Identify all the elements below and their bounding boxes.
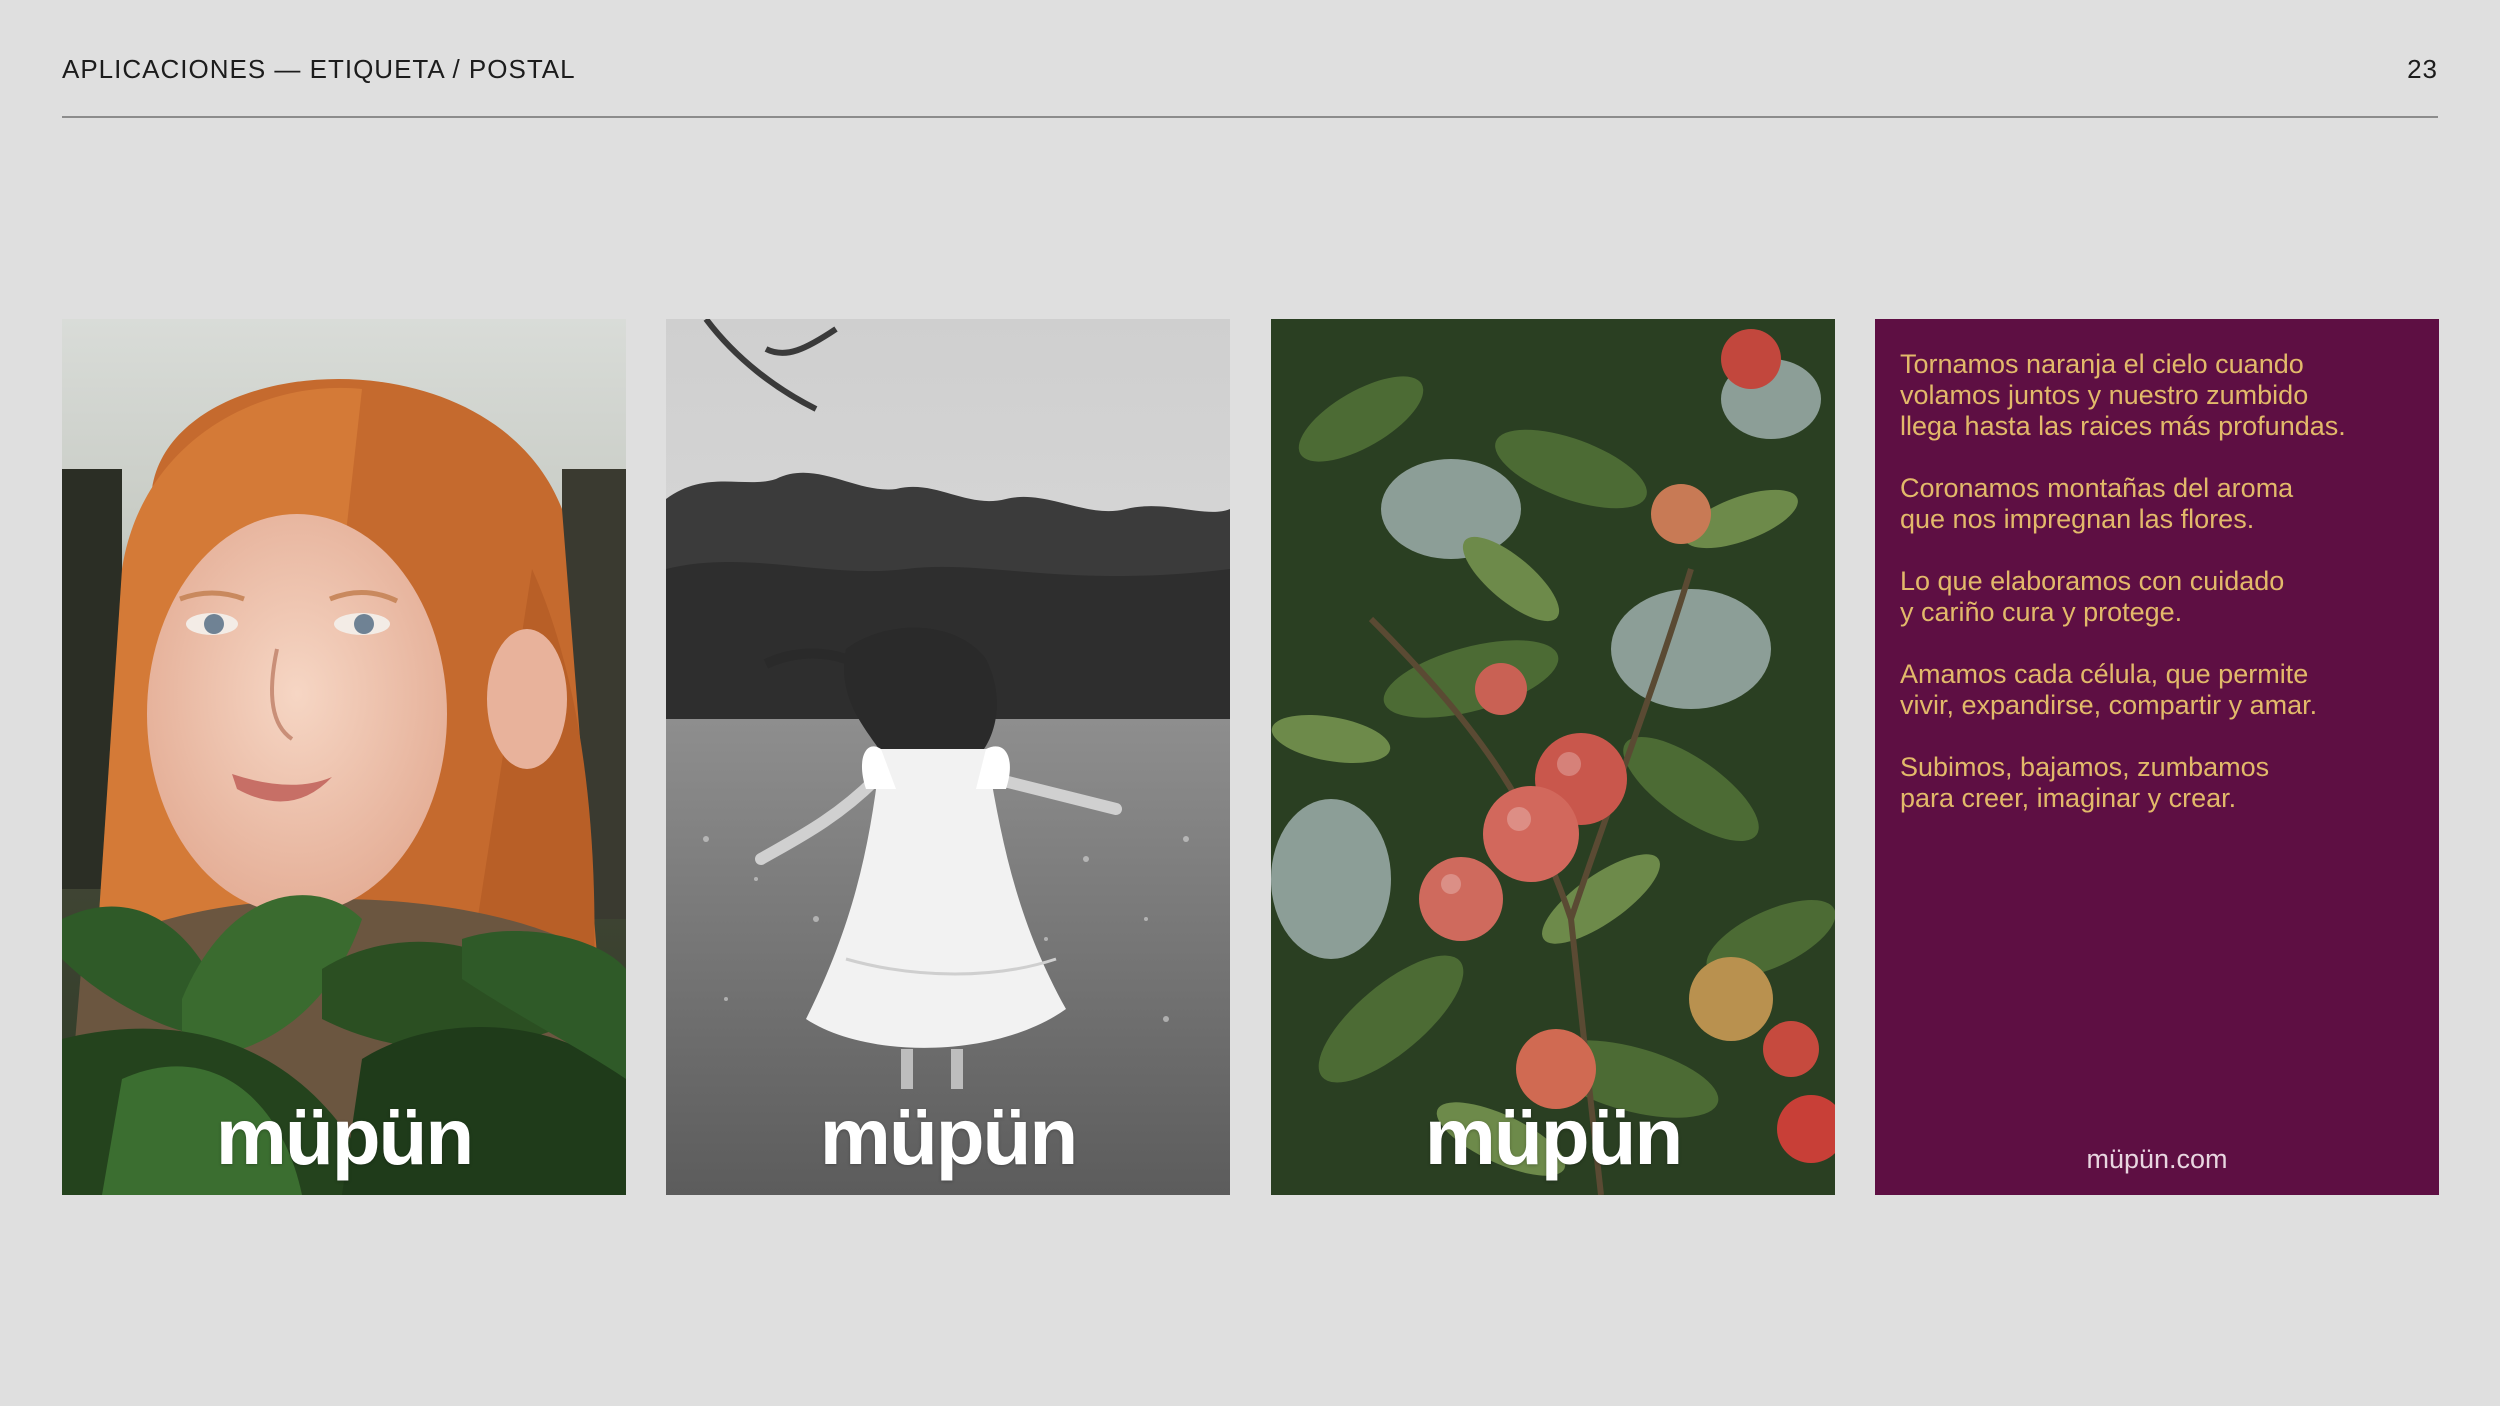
website-url: müpün.com — [2086, 1144, 2228, 1174]
brand-logo: müpün — [819, 1092, 1079, 1181]
portrait-photo — [62, 319, 626, 1195]
manifesto-paragraph: Tornamos naranja el cielo cuando volamos… — [1900, 349, 2346, 441]
brand-logo: müpün — [1424, 1092, 1684, 1181]
page-number: 23 — [2407, 54, 2438, 84]
dancer-photo — [666, 319, 1230, 1195]
apples-photo — [1271, 319, 1835, 1195]
postal-card-portrait: müpün — [62, 319, 626, 1195]
manifesto-text: Tornamos naranja el cielo cuando volamos… — [1900, 349, 2430, 845]
header-divider — [62, 116, 2438, 118]
postal-card-text: Tornamos naranja el cielo cuando volamos… — [1875, 319, 2439, 1195]
page-title: APLICACIONES — ETIQUETA / POSTAL — [62, 54, 576, 84]
manifesto-paragraph: Lo que elaboramos con cuidado y cariño c… — [1900, 566, 2285, 627]
manifesto-paragraph: Subimos, bajamos, zumbamos para creer, i… — [1900, 752, 2270, 813]
postal-card-dancer: müpün — [666, 319, 1230, 1195]
manifesto-paragraph: Amamos cada célula, que permite vivir, e… — [1900, 659, 2318, 720]
page-header: APLICACIONES — ETIQUETA / POSTAL 23 — [62, 54, 2438, 85]
brand-logo: müpün — [215, 1092, 475, 1181]
postal-card-apples: müpün — [1271, 319, 1835, 1195]
manifesto-paragraph: Coronamos montañas del aroma que nos imp… — [1900, 473, 2294, 534]
